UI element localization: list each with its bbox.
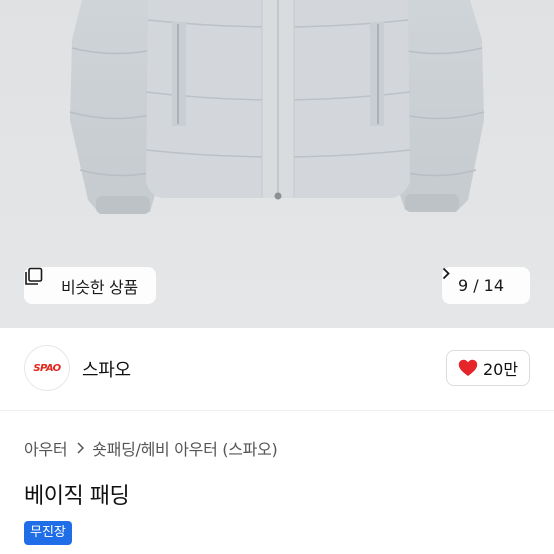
product-image[interactable]: 비슷한 상품 9 / 14 — [0, 0, 554, 328]
breadcrumb: 아우터 숏패딩/헤비 아우터 (스파오) — [24, 436, 278, 460]
breadcrumb-category[interactable]: 아우터 — [24, 436, 68, 460]
chevron-right-icon — [77, 442, 85, 454]
product-title: 베이직 패딩 — [24, 484, 130, 509]
similar-products-label: 비슷한 상품 — [61, 277, 138, 297]
brand-row: SPAO 스파오 20만 — [0, 328, 554, 411]
gallery-stack-icon — [25, 267, 54, 295]
brand-name[interactable]: 스파오 — [82, 356, 131, 382]
similar-products-button[interactable]: 비슷한 상품 — [24, 267, 156, 304]
heart-icon — [458, 359, 478, 377]
brand-logo-text: SPAO — [33, 362, 61, 374]
like-count: 20만 — [482, 360, 519, 379]
image-counter-text: 9 / 14 — [457, 276, 505, 295]
like-button[interactable]: 20만 — [446, 350, 530, 386]
breadcrumb-subcategory[interactable]: 숏패딩/헤비 아우터 (스파오) — [92, 436, 277, 460]
musinsa-badge: 무진장 — [24, 521, 72, 545]
image-counter[interactable]: 9 / 14 — [442, 267, 530, 304]
brand-logo[interactable]: SPAO — [24, 345, 70, 391]
